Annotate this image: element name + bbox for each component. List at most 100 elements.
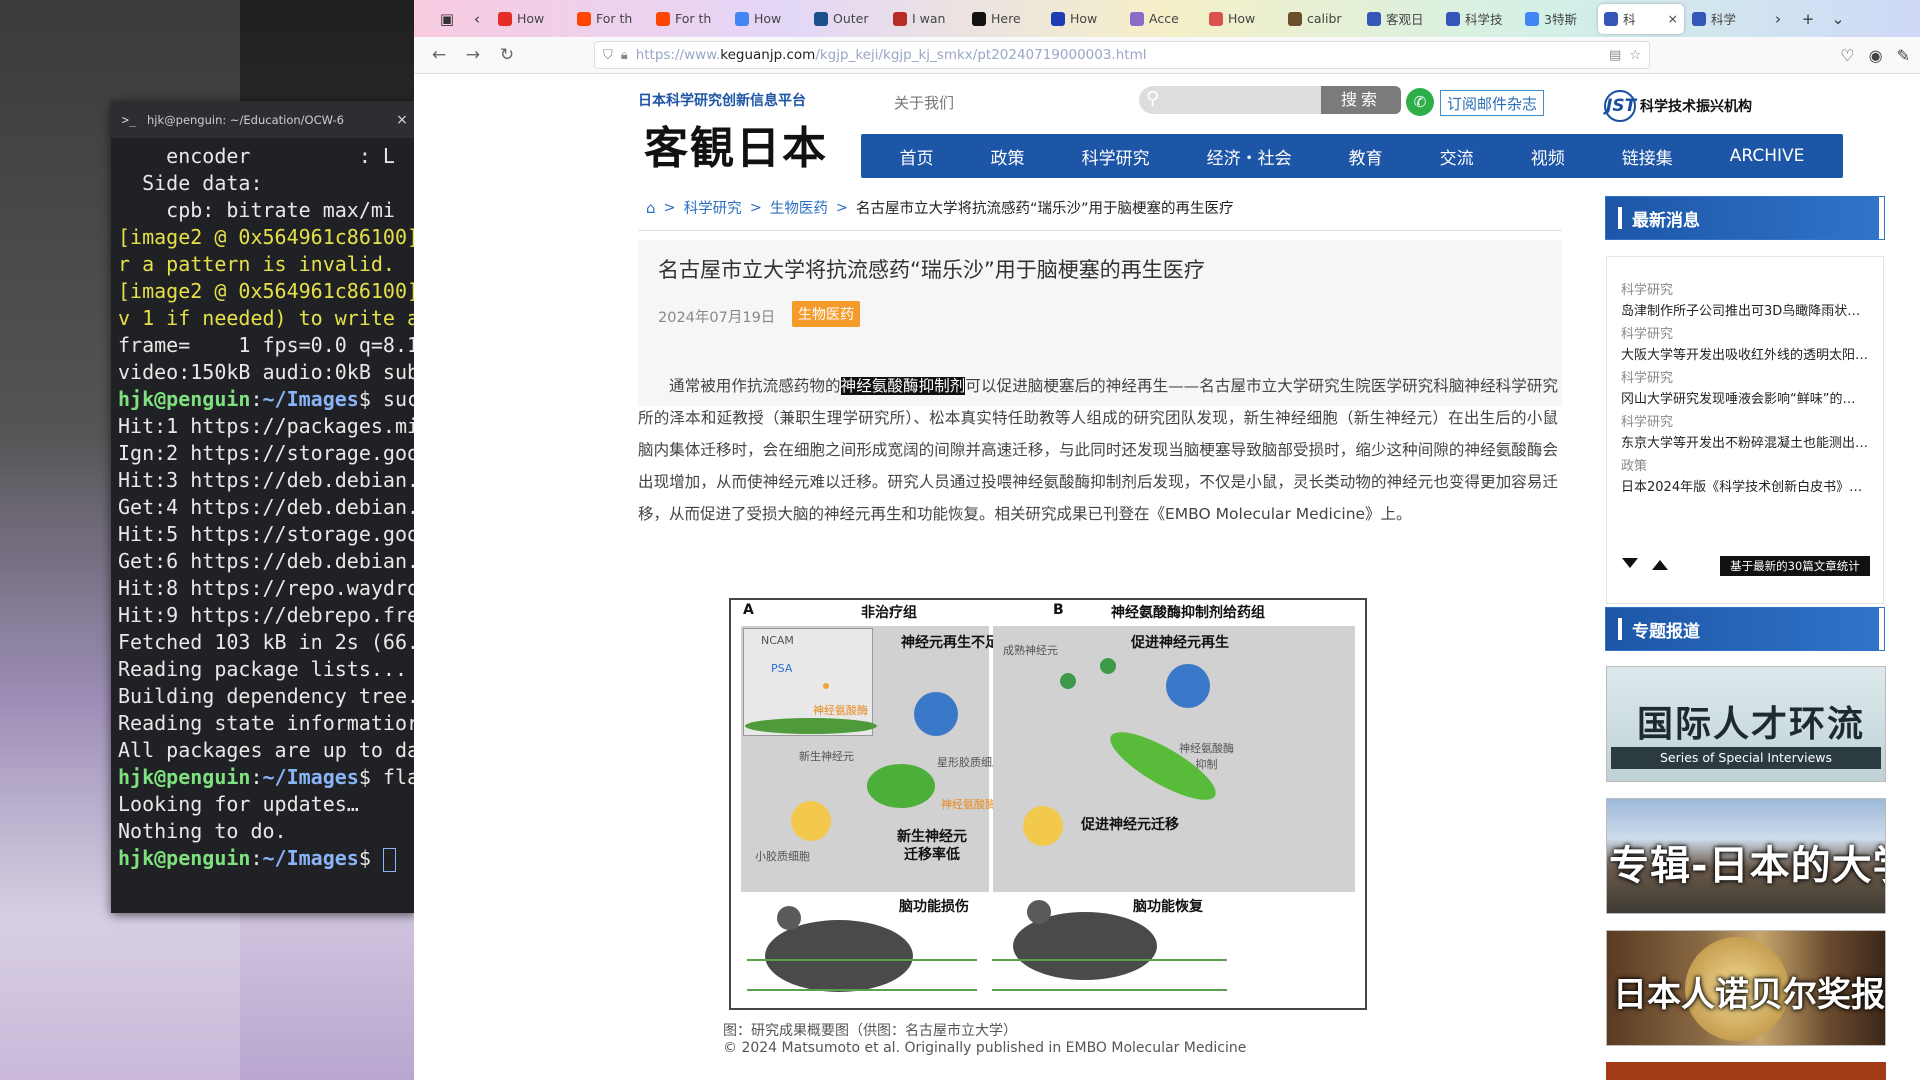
close-tab-icon[interactable]: × bbox=[1668, 11, 1678, 26]
terminal-line: Hit:3 https://deb.debian. bbox=[118, 468, 416, 492]
terminal-window[interactable]: >_ hjk@penguin: ~/Education/OCW-6 × enco… bbox=[111, 101, 416, 913]
close-icon[interactable]: × bbox=[388, 112, 416, 128]
nav-item[interactable]: 视频 bbox=[1531, 144, 1565, 169]
breadcrumb-separator: > bbox=[749, 199, 762, 216]
account-icon[interactable]: ◉ bbox=[1869, 46, 1883, 65]
browser-tab[interactable]: calibr bbox=[1282, 4, 1359, 34]
terminal-line: Reading state informatior bbox=[118, 711, 416, 735]
terminal-cursor bbox=[382, 847, 396, 872]
jst-logo[interactable]: JST 科学技术振兴机构 bbox=[1604, 90, 1752, 122]
nav-item[interactable]: ARCHIVE bbox=[1730, 146, 1805, 166]
search-button[interactable]: 搜索 bbox=[1321, 86, 1401, 114]
browser-tab[interactable]: How bbox=[1045, 4, 1122, 34]
url-text[interactable]: https://www.keguanjp.com/kgjp_keji/kgjp_… bbox=[636, 47, 1601, 63]
banner3-title: 日本人诺贝尔奖报道 bbox=[1613, 975, 1885, 1015]
shield-icon[interactable]: ⛉ bbox=[603, 48, 613, 63]
nav-item[interactable]: 链接集 bbox=[1622, 144, 1673, 169]
news-item[interactable]: 政策 日本2024年版《科学技术创新白皮书》发… bbox=[1621, 455, 1873, 495]
wechat-icon[interactable]: ✆ bbox=[1406, 88, 1434, 116]
figure-mice-art bbox=[747, 900, 1227, 992]
browser-tab[interactable]: 科学 bbox=[1686, 4, 1763, 34]
pocket-icon[interactable]: ♡ bbox=[1840, 46, 1854, 65]
prompt-path: ~/Images bbox=[262, 387, 359, 411]
lock-icon[interactable]: 🔒︎ bbox=[621, 48, 628, 63]
nav-item[interactable]: 经济・社会 bbox=[1207, 144, 1292, 169]
tab-label: How bbox=[1228, 11, 1256, 26]
banner-talent-circulation[interactable]: 国际人才环流 Series of Special Interviews bbox=[1606, 666, 1886, 782]
about-us-link[interactable]: 关于我们 bbox=[894, 92, 954, 113]
nav-item[interactable]: 政策 bbox=[991, 144, 1025, 169]
browser-tab[interactable]: 客观日 bbox=[1361, 4, 1438, 34]
news-title: 日本2024年版《科学技术创新白皮书》发… bbox=[1621, 480, 1873, 495]
news-title: 东京大学等开发出不粉碎混凝土也能测出C… bbox=[1621, 436, 1873, 451]
browser-tab[interactable]: 科学技 bbox=[1440, 4, 1517, 34]
browser-tab[interactable]: Acce bbox=[1124, 4, 1201, 34]
nav-item[interactable]: 科学研究 bbox=[1082, 144, 1150, 169]
browser-tab[interactable]: Outer bbox=[808, 4, 885, 34]
terminal-titlebar[interactable]: >_ hjk@penguin: ~/Education/OCW-6 × bbox=[111, 101, 416, 138]
terminal-output[interactable]: encoder : L Side data: cpb: bitrate max/… bbox=[111, 138, 416, 872]
jst-mark: JST bbox=[1604, 90, 1636, 122]
scroll-tabs-right-icon[interactable]: › bbox=[1763, 10, 1793, 28]
browser-tab[interactable]: For th bbox=[650, 4, 727, 34]
nav-item[interactable]: 教育 bbox=[1349, 144, 1383, 169]
browser-tab[interactable]: How bbox=[729, 4, 806, 34]
banner-japanese-universities[interactable]: 专辑-日本的大学 bbox=[1606, 798, 1886, 914]
nav-item[interactable]: 交流 bbox=[1440, 144, 1474, 169]
latest-news-title: 最新消息 bbox=[1632, 210, 1700, 231]
browser-tab[interactable]: For th bbox=[571, 4, 648, 34]
highlighted-text[interactable]: 神经氨酸酶抑制剂 bbox=[840, 377, 966, 395]
scroll-down-icon[interactable] bbox=[1622, 558, 1638, 568]
bookmark-star-icon[interactable]: ☆ bbox=[1629, 48, 1641, 63]
news-item[interactable]: 科学研究 岛津制作所子公司推出可3D鸟瞰降雨状况… bbox=[1621, 279, 1873, 319]
figure-caption: 图：研究成果概要图（供图：名古屋市立大学） bbox=[723, 1023, 1017, 1039]
toolbar-right: ♡ ◉ ✎ bbox=[1840, 46, 1920, 65]
reddit-icon bbox=[577, 11, 591, 26]
prompt-user: hjk@penguin bbox=[118, 387, 251, 411]
jst-name: 科学技术振兴机构 bbox=[1640, 99, 1752, 115]
search-input[interactable] bbox=[1139, 86, 1321, 114]
browser-tab[interactable]: How bbox=[1203, 4, 1280, 34]
article-title: 名古屋市立大学将抗流感药“瑞乐沙”用于脑梗塞的再生医疗 bbox=[658, 258, 1205, 282]
terminal-line: frame= 1 fps=0.0 q=8.1 bbox=[118, 333, 416, 357]
news-category: 科学研究 bbox=[1621, 415, 1674, 430]
banner-nobel-prize[interactable]: 日本人诺贝尔奖报道 bbox=[1606, 930, 1886, 1046]
news-item[interactable]: 科学研究东京大学等开发出不粉碎混凝土也能测出C… bbox=[1621, 411, 1873, 451]
browser-tab[interactable]: Here bbox=[966, 4, 1043, 34]
reader-view-icon[interactable]: ▤ bbox=[1609, 48, 1621, 63]
browser-tab[interactable]: How bbox=[492, 4, 569, 34]
youtube-icon bbox=[498, 11, 512, 26]
tab-label: For th bbox=[675, 11, 712, 26]
tab-list-icon[interactable]: ▣ bbox=[432, 10, 462, 28]
subscribe-button[interactable]: 订阅邮件杂志 bbox=[1440, 90, 1544, 116]
forward-icon[interactable]: → bbox=[456, 45, 490, 65]
terminal-line: Nothing to do. bbox=[118, 819, 287, 843]
article-category-badge[interactable]: 生物医药 bbox=[792, 301, 860, 327]
site-logo[interactable]: 客観日本 bbox=[644, 112, 828, 176]
browser-window: ▣ ‹ How For th For th How Outer I wan Here How A… bbox=[414, 0, 1920, 1080]
scroll-up-icon[interactable] bbox=[1652, 560, 1668, 570]
news-item[interactable]: 科学研究 冈山大学研究发现唾液会影响“鲜味”的… bbox=[1621, 367, 1873, 407]
figure-copyright: © 2024 Matsumoto et al. Originally publi… bbox=[723, 1040, 1247, 1056]
breadcrumb-biomedicine[interactable]: 生物医药 bbox=[770, 197, 828, 218]
extensions-icon[interactable]: ✎ bbox=[1897, 46, 1910, 65]
new-tab-icon[interactable]: + bbox=[1793, 10, 1823, 28]
prompt-command: $ fla bbox=[358, 765, 416, 789]
scroll-tabs-left-icon[interactable]: ‹ bbox=[462, 10, 492, 28]
home-icon[interactable]: ⌂ bbox=[646, 199, 656, 217]
browser-tab[interactable]: 3特斯 bbox=[1519, 4, 1596, 34]
banner1-subtitle: Series of Special Interviews bbox=[1611, 747, 1881, 769]
tab-overflow-chevron-icon[interactable]: ⌄ bbox=[1823, 10, 1853, 28]
back-icon[interactable]: ← bbox=[422, 45, 456, 65]
address-bar[interactable]: ⛉ 🔒︎ https://www.keguanjp.com/kgjp_keji/… bbox=[594, 41, 1650, 69]
nav-item[interactable]: 首页 bbox=[900, 144, 934, 169]
banner-partial[interactable] bbox=[1606, 1062, 1886, 1080]
prompt-command: $ suc bbox=[358, 387, 416, 411]
reload-icon[interactable]: ↻ bbox=[490, 45, 524, 65]
browser-tab[interactable]: I wan bbox=[887, 4, 964, 34]
browser-tab[interactable]: 科 × bbox=[1598, 3, 1684, 34]
news-item[interactable]: 科学研究 大阪大学等开发出吸收红外线的透明太阳… bbox=[1621, 323, 1873, 363]
breadcrumb-science[interactable]: 科学研究 bbox=[684, 197, 742, 218]
search-icon: ⚲ bbox=[1146, 88, 1160, 109]
article-figure[interactable]: A 非治疗组 B 神经氨酸酶抑制剂给药组 NCAM PSA 神经氨酸酶 神经元再… bbox=[729, 598, 1367, 1010]
